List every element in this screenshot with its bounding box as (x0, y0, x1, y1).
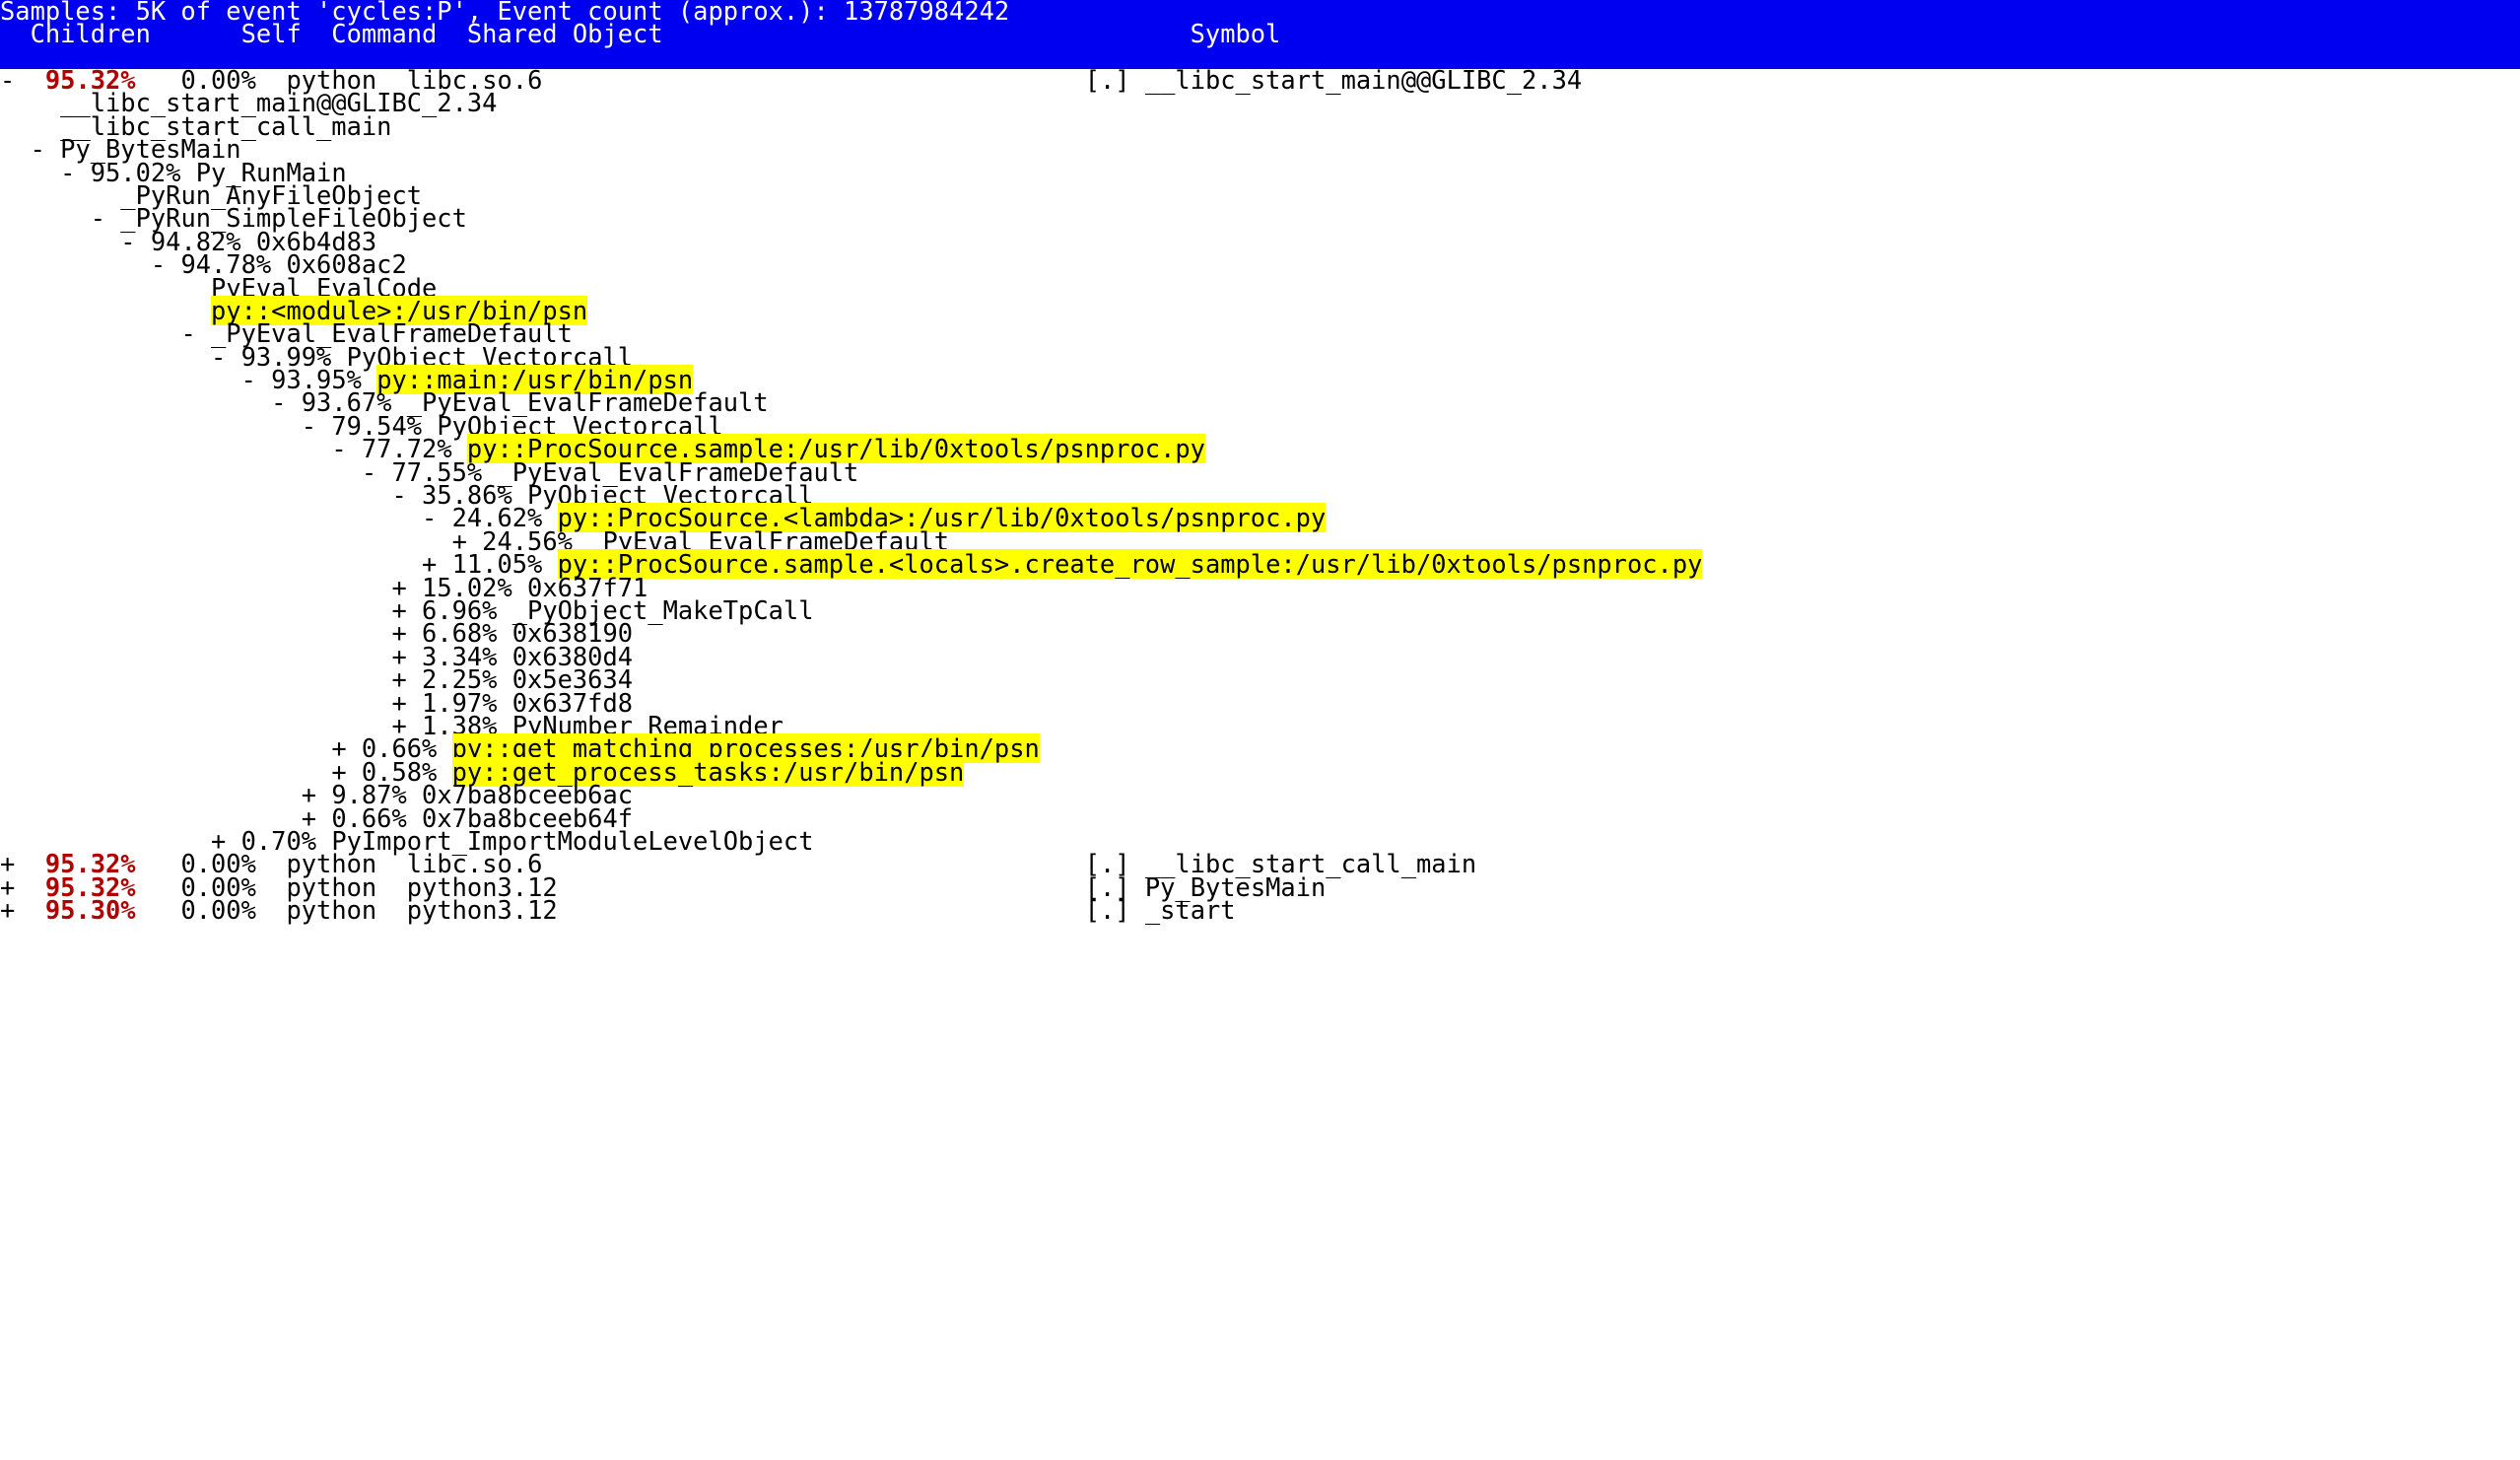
callchain-row[interactable]: __libc_start_call_main (0, 113, 2520, 138)
report-entry-row[interactable]: + 95.30% 0.00% python python3.12 [.] _st… (0, 897, 2520, 922)
callchain-row[interactable]: - Py_BytesMain (0, 136, 2520, 161)
shared-object-name: python3.12 (406, 895, 889, 926)
symbol-kind: [.] (1084, 65, 1145, 95)
callchain-row[interactable]: - _PyRun_SimpleFileObject (0, 206, 2520, 231)
header-banner: Samples: 5K of event 'cycles:P', Event c… (0, 0, 2520, 69)
self-percent: 0.00% (180, 895, 256, 926)
symbol-name: _start (1144, 895, 1236, 926)
column-headers-row: Children Self Command Shared Object Symb… (0, 19, 1281, 49)
expand-marker-icon[interactable]: + (0, 895, 15, 925)
perf-report-screen: Samples: 5K of event 'cycles:P', Event c… (0, 0, 2520, 1460)
children-percent: 95.30% (44, 895, 136, 926)
symbol-name: __libc_start_main@@GLIBC_2.34 (1144, 65, 1583, 95)
report-rows[interactable]: - 95.32% 0.00% python libc.so.6 [.] __li… (0, 67, 2520, 923)
symbol-kind: [.] (1084, 895, 1145, 926)
command-name: python (286, 895, 392, 926)
callchain-symbol-highlighted: py::ProcSource.sample.<locals>.create_ro… (557, 549, 1703, 580)
